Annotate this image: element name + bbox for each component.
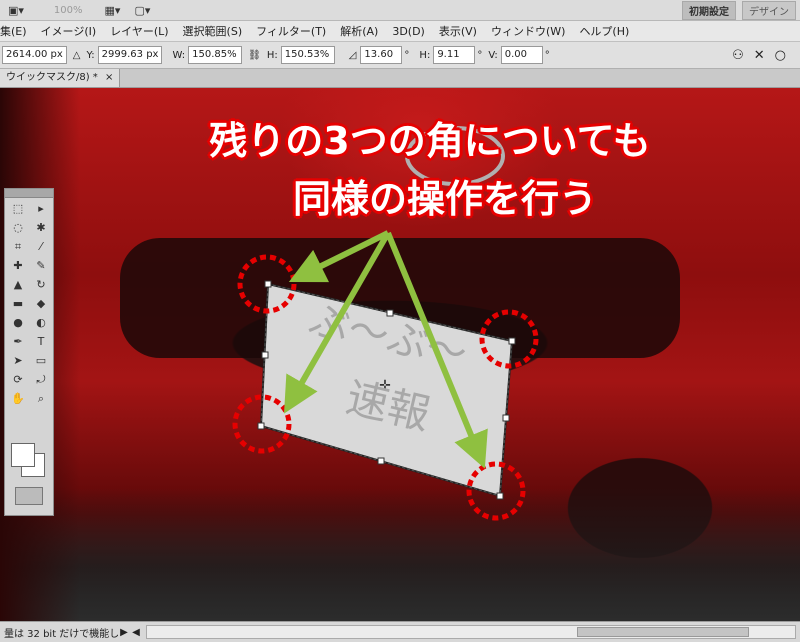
document-tab-row: ウイックマスク/8) * × <box>0 69 800 88</box>
dodge-tool-icon[interactable]: ◐ <box>30 316 52 334</box>
y-field[interactable]: 2999.63 px <box>97 46 163 64</box>
edge-handle[interactable] <box>502 414 510 422</box>
menu-window[interactable]: ウィンドウ(W) <box>484 23 572 39</box>
status-menu-arrow[interactable]: ▶ <box>118 627 130 638</box>
corner-handle[interactable] <box>508 337 516 345</box>
paint-bucket-tool-icon[interactable]: ◆ <box>30 297 52 315</box>
horizontal-scrollbar[interactable] <box>146 625 796 639</box>
healing-brush-tool-icon[interactable]: ✚ <box>7 259 29 277</box>
relative-position-icon[interactable]: △ <box>73 50 81 61</box>
corner-handle[interactable] <box>496 492 504 500</box>
commit-controls: ⚇ ✕ ○ <box>732 48 786 63</box>
menu-view[interactable]: 表示(V) <box>432 23 484 39</box>
degree-label-3: ° <box>544 49 550 61</box>
type-tool-icon[interactable]: T <box>30 335 52 353</box>
scrollbar-thumb[interactable] <box>577 627 749 637</box>
edge-handle[interactable] <box>377 457 385 465</box>
foreground-color-swatch[interactable] <box>11 443 35 467</box>
h-field[interactable]: 150.53% <box>280 46 335 64</box>
tools-panel-header[interactable] <box>5 189 53 198</box>
marquee-tool-icon[interactable]: ⬚ <box>7 202 29 220</box>
angle-field[interactable]: 13.60 <box>360 46 403 64</box>
lasso-tool-icon[interactable]: ◌ <box>7 221 29 239</box>
stamp-tool-icon[interactable]: ▲ <box>7 278 29 296</box>
frame-icon[interactable]: ▣▾ <box>8 4 24 17</box>
transform-options-bar: 2614.00 px △ Y: 2999.63 px W: 150.85% ⛓ … <box>0 42 800 69</box>
pen-tool-icon[interactable]: ✒ <box>7 335 29 353</box>
brush-tool-icon[interactable]: ✎ <box>30 259 52 277</box>
corner-handle[interactable] <box>257 422 265 430</box>
y-label: Y: <box>86 49 95 61</box>
zoom-level[interactable]: 100% <box>54 5 83 16</box>
vskew-label: V: <box>488 49 498 61</box>
workspace-essentials[interactable]: 初期設定 <box>682 0 736 20</box>
shape-tool-icon[interactable]: ▭ <box>30 354 52 372</box>
document-tab-title: ウイックマスク/8) * <box>6 72 98 83</box>
commit-transform-button[interactable]: ○ <box>775 48 786 63</box>
vskew-field[interactable]: 0.00 <box>500 46 543 64</box>
degree-label: ° <box>404 49 410 61</box>
menu-layer[interactable]: レイヤー(L) <box>103 23 175 39</box>
menu-edit[interactable]: 集(E) <box>0 23 34 39</box>
degree-label-2: ° <box>477 49 483 61</box>
status-bar: 量は 32 bit だけで機能します ▶ ◀ <box>0 621 800 642</box>
menu-3d[interactable]: 3D(D) <box>385 25 432 38</box>
eraser-tool-icon[interactable]: ▬ <box>7 297 29 315</box>
screen-mode-icon[interactable]: ▢▾ <box>134 4 150 17</box>
quick-mask-button[interactable] <box>15 487 43 505</box>
menu-analysis[interactable]: 解析(A) <box>333 23 385 39</box>
h-label: H: <box>266 49 278 61</box>
cancel-transform-button[interactable]: ✕ <box>754 48 765 63</box>
zoom-tool-icon[interactable]: ⌕ <box>30 392 52 410</box>
menu-help[interactable]: ヘルプ(H) <box>572 23 636 39</box>
blur-tool-icon[interactable]: ● <box>7 316 29 334</box>
menu-bar: 集(E) イメージ(I) レイヤー(L) 選択範囲(S) フィルター(T) 解析… <box>0 21 800 42</box>
menu-select[interactable]: 選択範囲(S) <box>176 23 250 39</box>
3d-rotate-tool-icon[interactable]: ⟳ <box>7 373 29 391</box>
tool-grid: ⬚ ▸ ◌ ✱ ⌗ ⁄ ✚ ✎ ▲ ↻ ▬ ◆ ● ◐ ✒ T ➤ ▭ ⟳ ⤾ … <box>5 198 53 414</box>
menu-filter[interactable]: フィルター(T) <box>249 23 333 39</box>
hand-tool-icon[interactable]: ✋ <box>7 392 29 410</box>
warp-icon[interactable]: ⚇ <box>732 48 744 63</box>
move-tool-icon[interactable]: ▸ <box>30 202 52 220</box>
arrange-icon[interactable]: ▦▾ <box>105 4 121 17</box>
w-label: W: <box>172 49 186 61</box>
w-field[interactable]: 150.85% <box>188 46 243 64</box>
eyedropper-tool-icon[interactable]: ⁄ <box>30 240 52 258</box>
3d-orbit-tool-icon[interactable]: ⤾ <box>30 373 52 391</box>
path-select-tool-icon[interactable]: ➤ <box>7 354 29 372</box>
scroll-left-arrow[interactable]: ◀ <box>130 627 142 638</box>
magic-wand-tool-icon[interactable]: ✱ <box>30 221 52 239</box>
app-bar: ▣▾ 100% ▦▾ ▢▾ 初期設定 デザイン <box>0 0 800 21</box>
close-icon[interactable]: × <box>105 72 113 83</box>
history-brush-tool-icon[interactable]: ↻ <box>30 278 52 296</box>
corner-handle[interactable] <box>264 280 272 288</box>
workspace-switcher: 初期設定 デザイン <box>682 0 796 20</box>
annotation-line-1: 残りの3つの角についても <box>209 119 651 163</box>
document-tab[interactable]: ウイックマスク/8) * × <box>0 69 121 87</box>
rotate-icon: ◿ <box>348 49 357 61</box>
tools-panel: ⬚ ▸ ◌ ✱ ⌗ ⁄ ✚ ✎ ▲ ↻ ▬ ◆ ● ◐ ✒ T ➤ ▭ ⟳ ⤾ … <box>4 188 54 516</box>
workspace-design[interactable]: デザイン <box>742 0 796 20</box>
crop-tool-icon[interactable]: ⌗ <box>7 240 29 258</box>
annotation-line-2: 同様の操作を行う <box>292 177 597 221</box>
x-field[interactable]: 2614.00 px <box>2 46 67 64</box>
hskew-field[interactable]: 9.11 <box>433 46 476 64</box>
hskew-label: H: <box>419 49 431 61</box>
menu-image[interactable]: イメージ(I) <box>34 23 104 39</box>
status-message: 量は 32 bit だけで機能します <box>4 628 118 640</box>
edge-handle[interactable] <box>261 351 269 359</box>
link-icon[interactable]: ⛓ <box>248 50 261 61</box>
